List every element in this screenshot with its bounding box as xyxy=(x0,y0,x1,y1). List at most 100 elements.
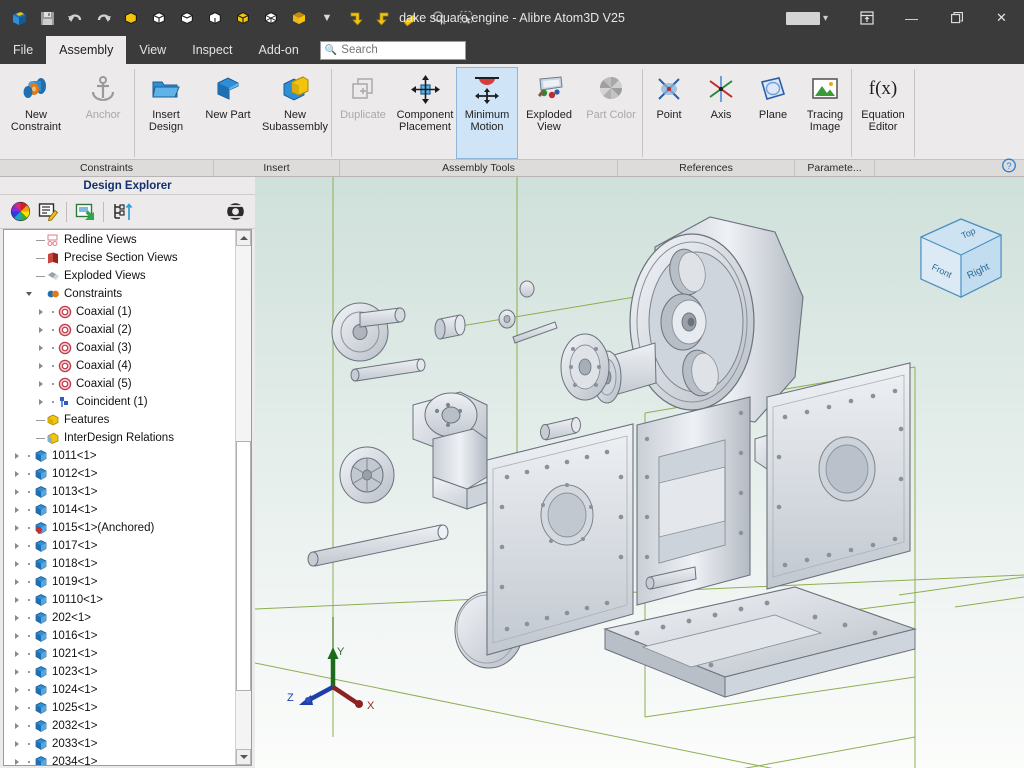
close-button[interactable]: ✕ xyxy=(979,0,1024,36)
menu-item-inspect[interactable]: Inspect xyxy=(179,36,245,64)
tree-item[interactable]: Coaxial (5) xyxy=(4,375,235,393)
duplicate-button[interactable]: Duplicate xyxy=(332,67,394,159)
tree-item[interactable]: Coaxial (3) xyxy=(4,339,235,357)
tree-item[interactable]: Coaxial (2) xyxy=(4,321,235,339)
tree-item[interactable]: InterDesign Relations xyxy=(4,429,235,447)
chevron-right-icon[interactable] xyxy=(10,753,24,765)
save-icon[interactable] xyxy=(34,5,60,31)
tree-item[interactable]: Features xyxy=(4,411,235,429)
measure-icon[interactable] xyxy=(398,5,424,31)
hidden-line-removed-icon[interactable] xyxy=(202,5,228,31)
chevron-right-icon[interactable] xyxy=(10,591,24,609)
tree-item[interactable]: 2033<1> xyxy=(4,735,235,753)
tree-item[interactable]: 1018<1> xyxy=(4,555,235,573)
axis-button[interactable]: Axis xyxy=(695,67,747,159)
tree-item[interactable]: 2032<1> xyxy=(4,717,235,735)
rotate-left-icon[interactable] xyxy=(342,5,368,31)
chevron-right-icon[interactable] xyxy=(10,645,24,663)
minimum-motion-button[interactable]: Minimum Motion xyxy=(456,67,518,159)
scroll-thumb[interactable] xyxy=(236,441,251,691)
component-placement-button[interactable]: Component Placement xyxy=(394,67,456,159)
account-badge[interactable] xyxy=(785,11,820,25)
rotate-right-icon[interactable] xyxy=(370,5,396,31)
chevron-right-icon[interactable] xyxy=(34,375,48,393)
chevron-right-icon[interactable] xyxy=(34,339,48,357)
tree-item[interactable]: Constraints xyxy=(4,285,235,303)
rename-icon[interactable] xyxy=(34,199,62,225)
design-tree[interactable]: Redline Views Precise Section Views Explod… xyxy=(4,230,235,765)
chevron-right-icon[interactable] xyxy=(34,357,48,375)
chevron-right-icon[interactable] xyxy=(10,555,24,573)
scroll-up-button[interactable] xyxy=(236,230,251,246)
chevron-right-icon[interactable] xyxy=(10,519,24,537)
tree-item[interactable]: 1025<1> xyxy=(4,699,235,717)
part-color-button[interactable]: Part Color xyxy=(580,67,642,159)
chevron-right-icon[interactable] xyxy=(34,303,48,321)
exploded-view-button[interactable]: Exploded View xyxy=(518,67,580,159)
chevron-right-icon[interactable] xyxy=(10,447,24,465)
shaded-edges-view-icon[interactable] xyxy=(230,5,256,31)
tree-item[interactable]: 1017<1> xyxy=(4,537,235,555)
tree-item[interactable]: Exploded Views xyxy=(4,267,235,285)
undo-icon[interactable] xyxy=(62,5,88,31)
hidden-line-view-icon[interactable] xyxy=(174,5,200,31)
chevron-right-icon[interactable] xyxy=(10,483,24,501)
plane-button[interactable]: Plane xyxy=(747,67,799,159)
ribbon-display-options-icon[interactable] xyxy=(844,0,889,36)
menu-item-view[interactable]: View xyxy=(126,36,179,64)
shaded-gold-view-icon[interactable] xyxy=(286,5,312,31)
tree-item[interactable]: 1024<1> xyxy=(4,681,235,699)
wireframe-edges-icon[interactable] xyxy=(258,5,284,31)
tree-item[interactable]: 2034<1> xyxy=(4,753,235,765)
chevron-right-icon[interactable] xyxy=(10,465,24,483)
chevron-down-icon[interactable] xyxy=(22,285,36,303)
tree-item[interactable]: 1019<1> xyxy=(4,573,235,591)
tree-item[interactable]: 1012<1> xyxy=(4,465,235,483)
scroll-down-button[interactable] xyxy=(236,749,251,765)
tree-scrollbar[interactable] xyxy=(235,230,251,765)
tree-item[interactable]: 1014<1> xyxy=(4,501,235,519)
3d-viewport[interactable]: Top Front Right Y Z X xyxy=(255,177,1024,768)
account-chevron-icon[interactable]: ▾ xyxy=(823,13,828,24)
settings-gear-icon[interactable] xyxy=(221,199,249,225)
tree-item[interactable]: 1016<1> xyxy=(4,627,235,645)
anchor-button[interactable]: Anchor xyxy=(72,67,134,159)
chevron-right-icon[interactable] xyxy=(10,663,24,681)
chevron-right-icon[interactable] xyxy=(10,717,24,735)
new-subassembly-button[interactable]: New Subassembly xyxy=(259,67,331,159)
minimize-button[interactable]: — xyxy=(889,0,934,36)
color-wheel-icon[interactable] xyxy=(6,199,34,225)
chevron-right-icon[interactable] xyxy=(34,321,48,339)
new-part-button[interactable]: New Part xyxy=(197,67,259,159)
tree-item[interactable]: Coaxial (1) xyxy=(4,303,235,321)
chevron-right-icon[interactable] xyxy=(10,573,24,591)
equation-editor-button[interactable]: f(x) Equation Editor xyxy=(852,67,914,159)
redo-icon[interactable] xyxy=(90,5,116,31)
show-hide-icon[interactable] xyxy=(71,199,99,225)
menu-item-addon[interactable]: Add-on xyxy=(246,36,312,64)
tree-item[interactable]: 1013<1> xyxy=(4,483,235,501)
new-constraint-button[interactable]: New Constraint xyxy=(0,67,72,159)
chevron-right-icon[interactable] xyxy=(10,681,24,699)
expand-tree-icon[interactable] xyxy=(108,199,136,225)
search-box[interactable]: 🔍 xyxy=(319,40,466,60)
zoom-icon[interactable] xyxy=(426,5,452,31)
point-button[interactable]: Point xyxy=(643,67,695,159)
chevron-right-icon[interactable] xyxy=(10,537,24,555)
scroll-track[interactable] xyxy=(236,246,251,749)
chevron-right-icon[interactable] xyxy=(10,699,24,717)
tree-item[interactable]: Precise Section Views xyxy=(4,249,235,267)
tree-item[interactable]: Coincident (1) xyxy=(4,393,235,411)
shaded-view-icon[interactable] xyxy=(118,5,144,31)
tree-item[interactable]: 1023<1> xyxy=(4,663,235,681)
tree-item[interactable]: 1011<1> xyxy=(4,447,235,465)
chevron-right-icon[interactable] xyxy=(34,393,48,411)
restore-button[interactable] xyxy=(934,0,979,36)
search-input[interactable] xyxy=(341,44,461,56)
tree-item[interactable]: 1015<1>(Anchored) xyxy=(4,519,235,537)
chevron-right-icon[interactable] xyxy=(10,501,24,519)
app-logo-icon[interactable] xyxy=(6,5,32,31)
insert-design-button[interactable]: Insert Design xyxy=(135,67,197,159)
tree-item[interactable]: 202<1> xyxy=(4,609,235,627)
help-icon[interactable]: ? xyxy=(1002,158,1016,178)
